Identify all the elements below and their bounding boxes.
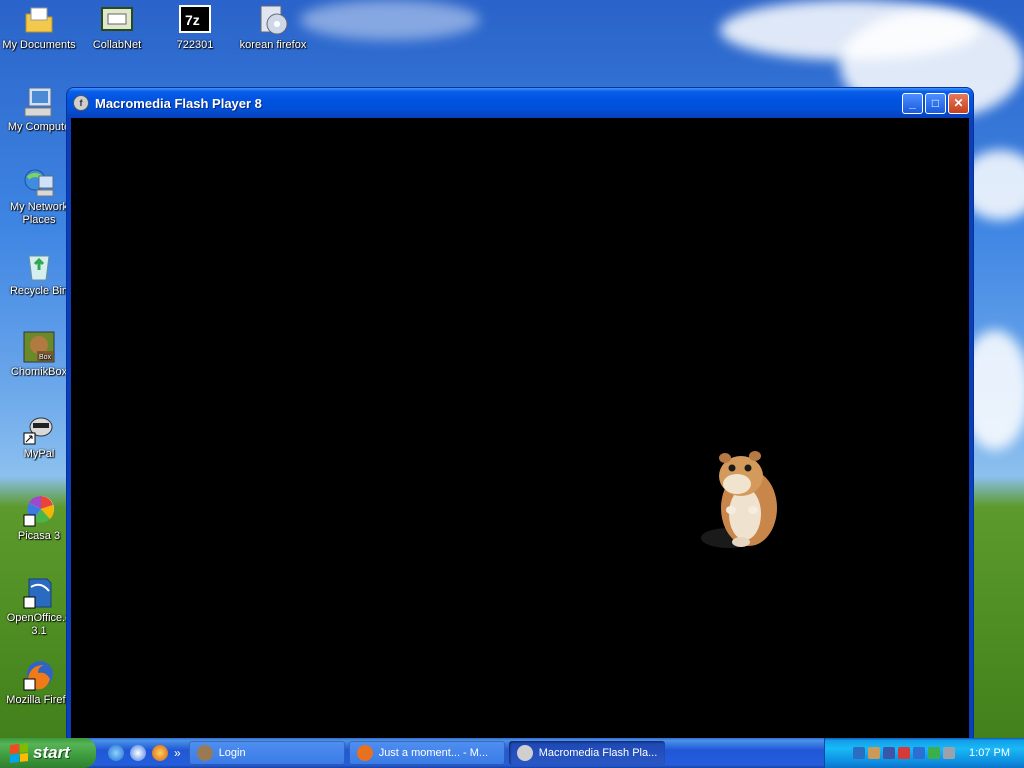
network-icon[interactable] bbox=[883, 747, 896, 759]
picasa-icon bbox=[23, 495, 55, 527]
task-login[interactable]: Login bbox=[188, 741, 345, 765]
my-computer-icon bbox=[23, 86, 55, 118]
taskbar: start » Login Just a moment... - M... Ma… bbox=[0, 738, 1024, 768]
flash-player-icon: f bbox=[73, 95, 89, 111]
flash-content-area[interactable] bbox=[71, 118, 969, 752]
arrow-icon[interactable] bbox=[853, 747, 866, 759]
openoffice-icon bbox=[23, 577, 55, 609]
7zip-archive-icon: 7z bbox=[179, 4, 211, 36]
network-places-icon bbox=[23, 166, 55, 198]
quick-launch: » bbox=[96, 738, 189, 768]
close-icon: ✕ bbox=[953, 96, 964, 110]
maximize-icon: □ bbox=[931, 96, 940, 110]
internet-explorer-icon[interactable] bbox=[108, 745, 124, 761]
flash-player-window[interactable]: f Macromedia Flash Player 8 _ □ ✕ bbox=[67, 88, 973, 752]
quick-launch-overflow[interactable]: » bbox=[174, 746, 181, 760]
system-tray: 1:07 PM bbox=[824, 738, 1024, 768]
hamster-tray-icon[interactable] bbox=[868, 747, 881, 759]
bluetooth-icon[interactable] bbox=[913, 747, 926, 759]
maximize-button[interactable]: □ bbox=[925, 92, 946, 114]
folder-documents-icon bbox=[23, 4, 55, 36]
setup-cd-icon bbox=[257, 4, 289, 36]
desktop-icon-722301[interactable]: 7z 722301 bbox=[156, 4, 234, 52]
recycle-bin-icon bbox=[23, 250, 55, 282]
chomikbox-icon: Box bbox=[23, 331, 55, 363]
flash-player-icon bbox=[516, 745, 533, 761]
ie-alt-icon[interactable] bbox=[130, 745, 146, 761]
volume-icon[interactable] bbox=[943, 747, 956, 759]
minimize-button[interactable]: _ bbox=[902, 92, 923, 114]
svg-text:Box: Box bbox=[39, 354, 52, 361]
desktop-icon-korean-firefox[interactable]: korean firefox bbox=[234, 4, 312, 52]
window-title: Macromedia Flash Player 8 bbox=[95, 95, 262, 111]
firefox-icon bbox=[356, 745, 373, 761]
windows-logo-icon bbox=[10, 743, 28, 763]
svg-text:7z: 7z bbox=[185, 12, 200, 28]
media-player-icon[interactable] bbox=[152, 745, 168, 761]
clock[interactable]: 1:07 PM bbox=[969, 747, 1010, 759]
window-titlebar[interactable]: f Macromedia Flash Player 8 _ □ ✕ bbox=[67, 88, 973, 118]
start-button[interactable]: start bbox=[0, 738, 96, 768]
security-shield-icon[interactable] bbox=[898, 747, 911, 759]
collabnet-icon bbox=[101, 4, 133, 36]
close-button[interactable]: ✕ bbox=[948, 92, 969, 114]
mypal-icon bbox=[23, 413, 55, 445]
task-flash-player[interactable]: Macromedia Flash Pla... bbox=[508, 741, 665, 765]
hamster-icon bbox=[196, 745, 213, 761]
firefox-icon bbox=[23, 659, 55, 691]
hamster-animation bbox=[701, 451, 777, 548]
desktop-icon-collabnet[interactable]: CollabNet bbox=[78, 4, 156, 52]
minimize-icon: _ bbox=[909, 96, 916, 110]
desktop-icon-my-documents[interactable]: My Documents bbox=[0, 4, 78, 52]
task-firefox[interactable]: Just a moment... - M... bbox=[348, 741, 505, 765]
update-icon[interactable] bbox=[928, 747, 941, 759]
